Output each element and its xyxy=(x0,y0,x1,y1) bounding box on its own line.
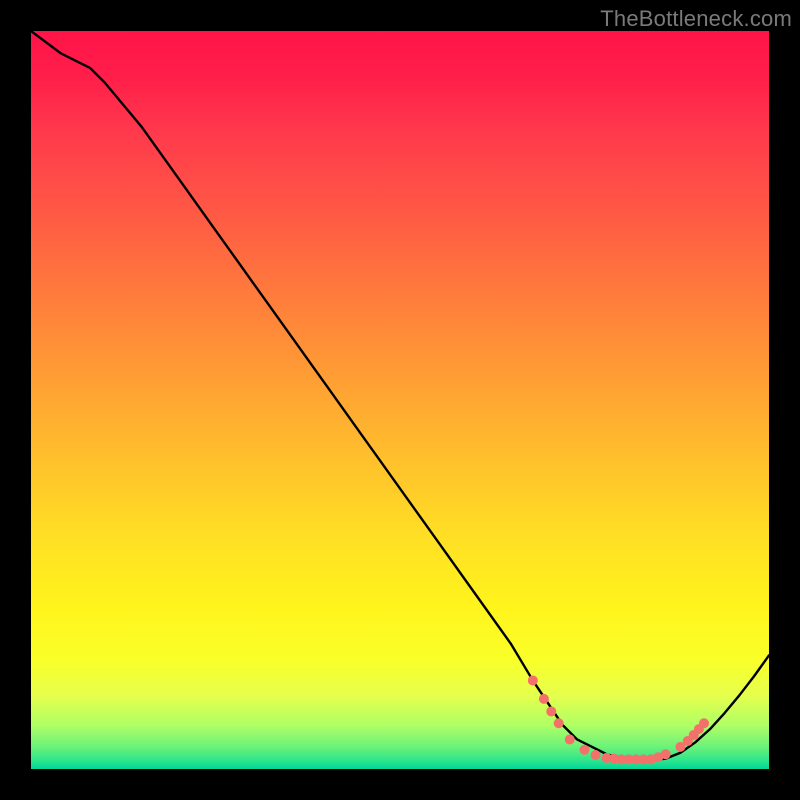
highlight-point xyxy=(546,706,556,716)
plot-area xyxy=(31,31,769,769)
bottleneck-curve xyxy=(31,31,769,760)
highlight-point xyxy=(554,718,564,728)
highlight-point xyxy=(661,749,671,759)
highlight-point xyxy=(539,694,549,704)
highlight-point xyxy=(591,750,601,760)
chart-container: TheBottleneck.com xyxy=(0,0,800,800)
highlight-point xyxy=(528,675,538,685)
highlight-point xyxy=(565,734,575,744)
highlight-point xyxy=(580,745,590,755)
marker-group xyxy=(528,675,709,764)
highlight-point xyxy=(699,718,709,728)
chart-overlay xyxy=(31,31,769,769)
watermark-text: TheBottleneck.com xyxy=(600,6,792,32)
curve-group xyxy=(31,31,769,760)
